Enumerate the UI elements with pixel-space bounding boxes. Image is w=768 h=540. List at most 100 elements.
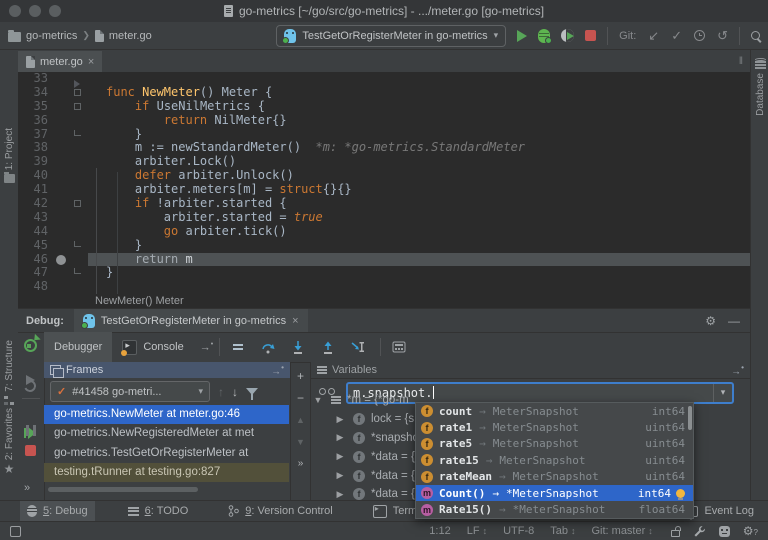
frame-row[interactable]: go-metrics.NewMeter at meter.go:46 [44,405,289,424]
sidebar-item-database[interactable]: Database [751,58,768,116]
wrench-icon[interactable] [693,525,706,538]
panel-options-icon[interactable]: →• [731,362,744,377]
toolwindow-button-todo[interactable]: 6: TODO [121,501,196,522]
toolwindow-button-event-log[interactable]: Event Log [685,505,754,517]
git-update-icon[interactable]: ↙ [648,28,659,44]
debug-session-tab[interactable]: TestGetOrRegisterMeter in go-metrics × [74,309,308,332]
close-tab-icon[interactable]: × [88,56,94,68]
next-frame-icon[interactable]: ↓ [232,385,238,399]
pause-icon[interactable] [26,425,36,436]
sidebar-item-favorites[interactable]: 2: Favorites ★ [0,408,18,474]
debug-button[interactable] [538,29,550,43]
status-item[interactable]: Tab↕ [550,525,575,537]
completion-item[interactable]: frate15→MeterSnapshotuint64 [416,452,693,468]
more-actions-icon[interactable]: » [24,482,30,494]
status-item[interactable]: Git: master↕ [591,525,652,537]
run-configuration-selector[interactable]: TestGetOrRegisterMeter in go-metrics ▾ [276,25,506,47]
add-watch-icon[interactable]: + [297,370,304,382]
restore-layout-icon[interactable] [22,378,37,393]
breakpoint-icon[interactable] [56,255,66,265]
frame-row[interactable]: testing.tRunner at testing.go:827 [44,463,289,482]
settings-gear-icon[interactable]: ⚙ [705,314,716,328]
rerun-icon[interactable] [24,339,37,352]
frames-header[interactable]: Frames →• [44,362,290,378]
code-line[interactable]: 42 if !arbiter.started { [18,197,750,211]
move-watch-up-icon[interactable]: ▲ [296,414,305,426]
frame-row[interactable]: go-metrics.NewRegisteredMeter at met [44,424,289,443]
toolwindow-button-versioncontrol[interactable]: 9: Version Control [221,501,339,522]
code-line[interactable]: 34func NewMeter() Meter { [18,86,750,100]
code-line[interactable]: 35 if UseNilMetrics { [18,100,750,114]
step-over-icon[interactable] [260,339,276,355]
git-commit-icon[interactable]: ✓ [671,28,682,44]
code-line[interactable]: 43 arbiter.started = true [18,211,750,225]
git-rollback-icon[interactable]: ↺ [717,28,728,44]
git-history-icon[interactable] [694,30,705,41]
toolwindow-button-debug[interactable]: 5: Debug [20,501,95,522]
breadcrumb-project[interactable]: go-metrics [26,30,77,42]
frames-horizontal-scrollbar[interactable] [48,487,198,492]
sidebar-item-project[interactable]: 1: Project [0,128,18,183]
hide-window-icon[interactable]: — [728,314,740,328]
hide-library-frames-icon[interactable] [246,388,258,395]
previous-frame-icon[interactable]: ↑ [218,385,224,399]
run-to-cursor-icon[interactable] [350,339,366,355]
code-line[interactable]: 46 return m [18,253,750,267]
code-line[interactable]: 37 } [18,128,750,142]
completion-item[interactable]: mRate15()→*MeterSnapshotfloat64 [416,501,693,517]
toggle-tool-stripes-icon[interactable] [10,526,21,537]
search-everywhere-icon[interactable] [751,31,760,40]
move-watch-down-icon[interactable]: ▼ [296,436,305,448]
code-line[interactable]: 38 m := newStandardMeter() *m: *go-metri… [18,141,750,155]
inspector-face-icon[interactable] [719,526,730,537]
status-item[interactable]: 1:12 [429,525,450,537]
code-line[interactable]: 41 arbiter.meters[m] = struct{}{} [18,183,750,197]
frame-row[interactable]: go-metrics.TestGetOrRegisterMeter at [44,444,289,463]
minimize-window-button[interactable] [29,5,41,17]
show-execution-point-icon[interactable] [230,339,246,355]
status-item[interactable]: UTF-8 [503,525,534,537]
remove-watch-icon[interactable]: − [297,392,304,404]
gear-help-icon[interactable]: ⚙? [743,524,758,538]
tab-debugger[interactable]: Debugger [44,332,112,362]
completion-item[interactable]: frate5→MeterSnapshotuint64 [416,436,693,452]
close-window-button[interactable] [9,5,21,17]
panel-options-icon[interactable]: →• [271,362,284,377]
popup-scrollbar[interactable] [688,406,692,430]
code-line[interactable]: 48 [18,280,750,294]
completion-item[interactable]: mCount()→*MeterSnapshotint64 [416,485,693,501]
variables-header[interactable]: Variables →• [311,362,750,379]
close-session-icon[interactable]: × [292,315,298,327]
code-line[interactable]: 39 arbiter.Lock() [18,155,750,169]
completion-item[interactable]: frateMean→MeterSnapshotuint64 [416,469,693,485]
code-line[interactable]: 36 return NilMeter{} [18,114,750,128]
code-line[interactable]: 40 defer arbiter.Unlock() [18,169,750,183]
stop-button[interactable] [585,30,596,41]
evaluate-expression-icon[interactable] [391,339,407,355]
editor-tab-meter-go[interactable]: meter.go × [18,51,102,72]
code-line[interactable]: 45 } [18,239,750,253]
code-line[interactable]: 33 [18,72,750,86]
breadcrumb-file[interactable]: meter.go [109,30,152,42]
code-editor[interactable]: 3334func NewMeter() Meter {35 if UseNilM… [18,72,750,294]
run-with-coverage-button[interactable] [561,29,574,42]
editor-breadcrumb[interactable]: NewMeter() Meter [18,294,750,308]
step-out-icon[interactable] [320,339,336,355]
run-button[interactable] [517,30,527,42]
status-item[interactable]: LF↕ [467,525,487,537]
lock-icon[interactable] [671,530,680,537]
code-line[interactable]: 47} [18,266,750,280]
maximize-window-button[interactable] [49,5,61,17]
completion-item[interactable]: fcount→MeterSnapshotint64 [416,403,693,419]
completion-item[interactable]: frate1→MeterSnapshotuint64 [416,419,693,435]
sidebar-item-structure[interactable]: 7: Structure [0,340,18,405]
thread-dropdown[interactable]: ✓ #41458 go-metri... ▾ [50,381,210,402]
stop-icon[interactable] [25,445,36,456]
window-controls[interactable] [9,5,61,17]
code-line[interactable]: 44 go arbiter.tick() [18,225,750,239]
step-into-icon[interactable] [290,339,306,355]
title-bar[interactable]: go-metrics [~/go/src/go-metrics] - .../m… [0,0,768,23]
scroll-to-end-icon[interactable]: →• [200,341,213,354]
tab-console[interactable]: Console [112,332,193,362]
more-watches-icon[interactable]: » [298,458,304,470]
